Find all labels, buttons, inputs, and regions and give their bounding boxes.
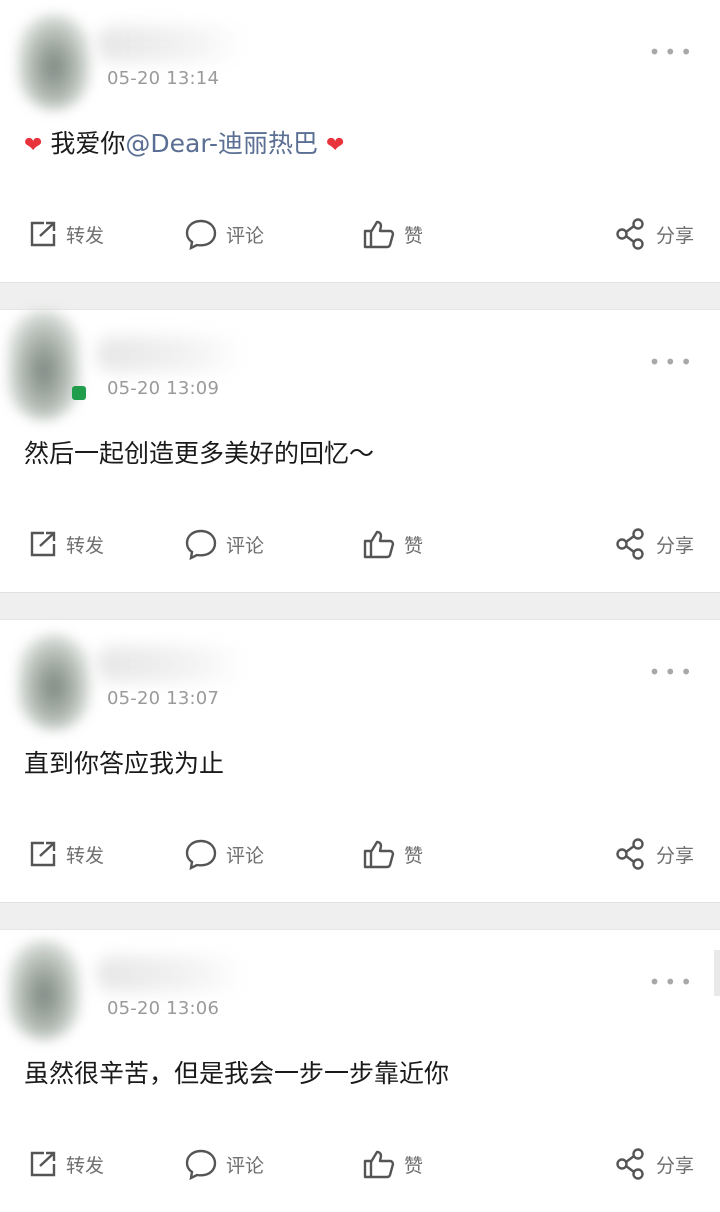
member-badge-icon: [72, 386, 86, 400]
repost-label: 转发: [66, 844, 105, 867]
comment-label: 评论: [226, 224, 265, 247]
post-content: ❤ 我爱你@Dear-迪丽热巴 ❤: [24, 124, 344, 160]
comment-feed: 05-20 13:14 ••• ❤ 我爱你@Dear-迪丽热巴 ❤ 转发 评论 …: [0, 0, 720, 1212]
comment-label: 评论: [226, 1154, 265, 1177]
repost-button[interactable]: 转发: [28, 522, 104, 566]
avatar[interactable]: [18, 634, 90, 730]
heart-emoji: ❤: [326, 133, 345, 158]
post-card: 05-20 13:07 ••• 直到你答应我为止 转发 评论 赞 分享: [0, 620, 720, 902]
share-button[interactable]: 分享: [614, 212, 694, 256]
avatar[interactable]: [18, 14, 90, 110]
like-label: 赞: [404, 534, 424, 557]
repost-icon: [30, 531, 56, 557]
share-button[interactable]: 分享: [614, 832, 694, 876]
repost-icon: [30, 841, 56, 867]
post-content: 然后一起创造更多美好的回忆～: [24, 434, 374, 470]
share-label: 分享: [656, 534, 695, 557]
action-bar: 转发 评论 赞 分享: [0, 832, 720, 876]
share-icon: [616, 218, 644, 250]
repost-label: 转发: [66, 224, 105, 247]
like-icon: [363, 220, 395, 249]
like-button[interactable]: 赞: [362, 1142, 423, 1186]
username-blurred[interactable]: [96, 646, 246, 682]
like-icon: [363, 840, 395, 869]
comment-button[interactable]: 评论: [184, 1142, 264, 1186]
comment-button[interactable]: 评论: [184, 212, 264, 256]
comment-button[interactable]: 评论: [184, 832, 264, 876]
post-time: 05-20 13:14: [107, 68, 220, 89]
post-time: 05-20 13:07: [107, 688, 220, 709]
share-label: 分享: [656, 224, 695, 247]
repost-button[interactable]: 转发: [28, 212, 104, 256]
mention-link[interactable]: @Dear-迪丽热巴: [125, 129, 318, 158]
share-button[interactable]: 分享: [614, 522, 694, 566]
more-icon[interactable]: •••: [649, 40, 696, 64]
post-time: 05-20 13:06: [107, 998, 220, 1019]
repost-button[interactable]: 转发: [28, 1142, 104, 1186]
repost-label: 转发: [66, 1154, 105, 1177]
repost-button[interactable]: 转发: [28, 832, 104, 876]
divider: [0, 902, 720, 930]
like-label: 赞: [404, 844, 424, 867]
scrollbar[interactable]: [714, 950, 720, 996]
username-blurred[interactable]: [96, 26, 246, 62]
username-blurred[interactable]: [96, 956, 246, 992]
post-content: 直到你答应我为止: [24, 744, 224, 780]
like-label: 赞: [404, 224, 424, 247]
more-icon[interactable]: •••: [649, 660, 696, 684]
repost-label: 转发: [66, 534, 105, 557]
more-icon[interactable]: •••: [649, 970, 696, 994]
like-icon: [363, 530, 395, 559]
username-blurred[interactable]: [96, 336, 246, 372]
divider: [0, 592, 720, 620]
repost-icon: [30, 221, 56, 247]
repost-icon: [30, 1151, 56, 1177]
post-card: 05-20 13:06 ••• 虽然很辛苦，但是我会一步一步靠近你 转发 评论 …: [0, 930, 720, 1212]
avatar[interactable]: [8, 940, 80, 1040]
comment-label: 评论: [226, 534, 265, 557]
like-button[interactable]: 赞: [362, 832, 423, 876]
more-icon[interactable]: •••: [649, 350, 696, 374]
action-bar: 转发 评论 赞 分享: [0, 522, 720, 566]
share-button[interactable]: 分享: [614, 1142, 694, 1186]
share-label: 分享: [656, 1154, 695, 1177]
like-icon: [363, 1150, 395, 1179]
post-card: 05-20 13:14 ••• ❤ 我爱你@Dear-迪丽热巴 ❤ 转发 评论 …: [0, 0, 720, 282]
avatar[interactable]: [8, 310, 80, 420]
comment-button[interactable]: 评论: [184, 522, 264, 566]
heart-emoji: ❤: [24, 133, 43, 158]
post-text: 我爱你: [50, 129, 126, 158]
comment-icon: [185, 1149, 217, 1180]
post-text: 然后一起创造更多美好的回忆～: [24, 439, 375, 468]
post-text: 虽然很辛苦，但是我会一步一步靠近你: [24, 1059, 450, 1088]
share-label: 分享: [656, 844, 695, 867]
share-icon: [616, 528, 644, 560]
comment-icon: [185, 529, 217, 560]
post-card: 05-20 13:09 ••• 然后一起创造更多美好的回忆～ 转发 评论 赞 分…: [0, 310, 720, 592]
action-bar: 转发 评论 赞 分享: [0, 212, 720, 256]
divider: [0, 282, 720, 310]
share-icon: [616, 838, 644, 870]
comment-icon: [185, 839, 217, 870]
post-content: 虽然很辛苦，但是我会一步一步靠近你: [24, 1054, 449, 1090]
like-button[interactable]: 赞: [362, 212, 423, 256]
like-label: 赞: [404, 1154, 424, 1177]
share-icon: [616, 1148, 644, 1180]
action-bar: 转发 评论 赞 分享: [0, 1142, 720, 1186]
comment-label: 评论: [226, 844, 265, 867]
like-button[interactable]: 赞: [362, 522, 423, 566]
comment-icon: [185, 219, 217, 250]
post-time: 05-20 13:09: [107, 378, 220, 399]
post-text: 直到你答应我为止: [24, 749, 225, 778]
